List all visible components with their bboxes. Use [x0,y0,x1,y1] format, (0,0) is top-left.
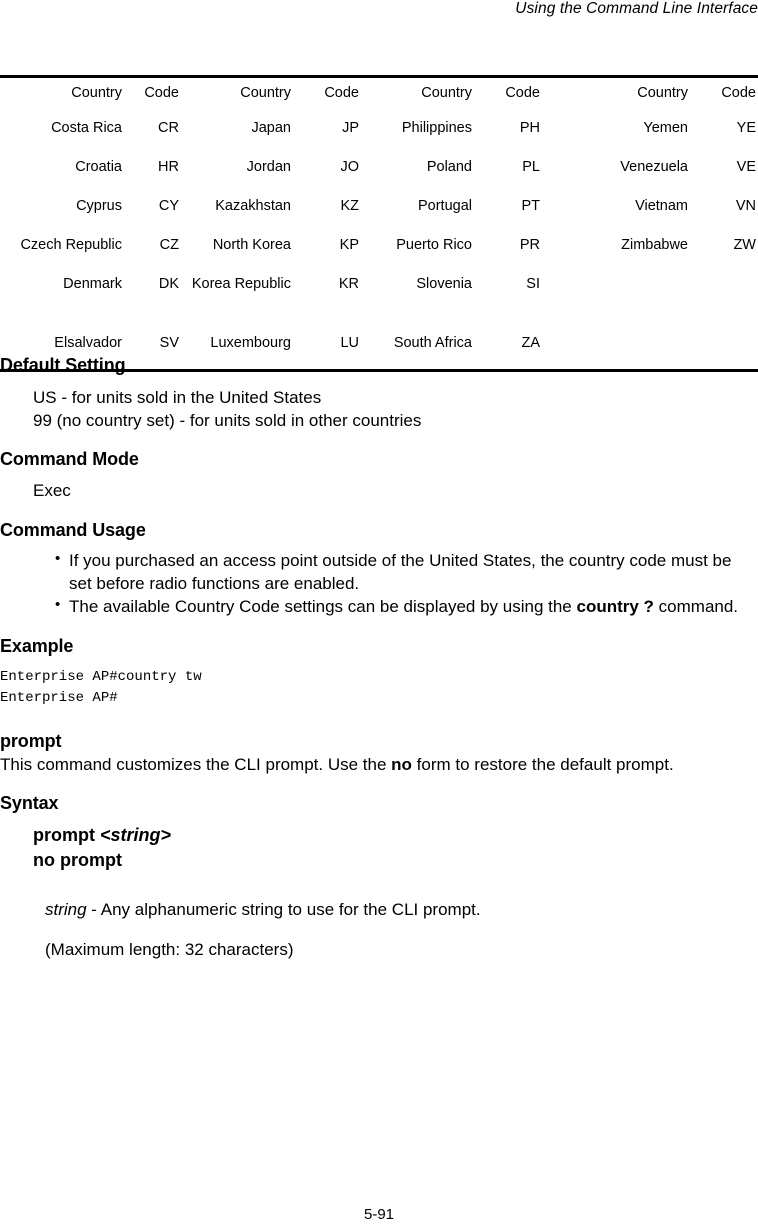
heading-example: Example [0,636,74,657]
cell-country: Puerto Rico [396,237,472,253]
bullet-text-bold: country ? [576,596,654,616]
argument-name: string [45,900,87,920]
cell-code: ZW [733,237,756,253]
col-header-code-2: Code [324,85,359,101]
col-header-code-3: Code [505,85,540,101]
heading-syntax: Syntax [0,792,59,813]
cell-country: Korea Republic [191,276,291,292]
page-content: Default Setting US - for units sold in t… [0,355,758,978]
cell-country: Cyprus [76,198,122,214]
cell-code: HR [158,159,179,175]
document-page: Using the Command Line Interface Country… [0,0,758,1229]
table-row: Czech Republic CZ North Korea KP Puerto … [0,232,758,271]
table-header-row: Country Code Country Code Country Code C… [0,78,758,115]
running-header: Using the Command Line Interface [515,0,758,17]
cell-code: KZ [340,198,359,214]
country-code-table: Country Code Country Code Country Code C… [0,75,758,372]
col-header-country-1: Country [71,85,122,101]
col-header-country-3: Country [421,85,472,101]
cell-country: Yemen [643,120,688,136]
syntax-line-2: no prompt [33,849,122,870]
argument-text: - Any alphanumeric string to use for the… [86,900,481,920]
cell-country: Poland [426,159,472,175]
cell-code: VE [736,159,756,175]
cell-code: VN [735,198,756,214]
cell-country: Costa Rica [51,120,122,136]
desc-before: This command customizes the CLI prompt. … [0,754,392,774]
cell-code: PR [519,237,540,253]
cell-code: PT [521,198,540,214]
cell-country: Slovenia [416,276,472,292]
command-usage-list: If you purchased an access point outside… [0,549,758,618]
col-header-code-4: Code [721,85,756,101]
default-setting-line-1: US - for units sold in the United States [33,387,322,407]
cell-country: Jordan [246,159,291,175]
table-row: Denmark DK Korea Republic KR Slovenia SI [0,271,758,330]
cell-country: Kazakhstan [215,198,291,214]
cell-country: Czech Republic [20,237,122,253]
cell-code [688,271,758,330]
cell-code: JO [340,159,359,175]
cell-country: Zimbabwe [621,237,688,253]
cell-code: KP [339,237,359,253]
syntax-command: prompt [33,825,95,846]
cell-country [540,271,688,330]
bullet-text-after: command. [653,596,739,616]
cell-code: CR [158,120,179,136]
list-item: The available Country Code settings can … [55,595,758,618]
heading-default-setting: Default Setting [0,355,126,375]
cell-country: Denmark [63,276,122,292]
heading-command-usage: Command Usage [0,519,146,540]
desc-after: form to restore the default prompt. [411,754,674,774]
cell-country: Croatia [75,159,122,175]
cell-code: KR [338,276,359,292]
col-header-country-4: Country [637,85,688,101]
cell-code: DK [158,276,179,292]
cell-code: PH [519,120,540,136]
cell-code: YE [736,120,756,136]
desc-bold: no [391,754,412,774]
argument-max-length: (Maximum length: 32 characters) [45,940,294,960]
page-number: 5-91 [363,1206,395,1223]
cli-example-block: Enterprise AP#country tw Enterprise AP# [0,669,202,707]
country-code-grid: Country Code Country Code Country Code C… [0,78,758,369]
list-item: If you purchased an access point outside… [55,549,758,595]
bullet-text-before: The available Country Code settings can … [69,596,577,616]
syntax-line-1: prompt <string> [33,823,758,847]
table-row: Costa Rica CR Japan JP Philippines PH Ye… [0,115,758,154]
cell-code: CY [158,198,179,214]
default-setting-line-2: 99 (no country set) - for units sold in … [33,410,422,430]
page-footer: 5-91 [0,1206,758,1223]
cell-country: Vietnam [635,198,688,214]
col-header-country-2: Country [240,85,291,101]
heading-prompt-command: prompt [0,731,62,752]
cell-code: CZ [159,237,179,253]
cell-code: SI [526,276,540,292]
prompt-command-description: This command customizes the CLI prompt. … [0,753,758,776]
cell-code: JP [342,120,359,136]
command-mode-value: Exec [33,481,71,501]
cell-country: North Korea [212,237,291,253]
cell-code: PL [522,159,540,175]
cell-country: Japan [251,120,291,136]
table-row: Cyprus CY Kazakhstan KZ Portugal PT Viet… [0,193,758,232]
cell-country: Venezuela [620,159,688,175]
col-header-code-1: Code [144,85,179,101]
syntax-argument: <string> [100,825,172,846]
cell-country: Philippines [401,120,472,136]
argument-description: string - Any alphanumeric string to use … [45,898,758,921]
bullet-text: If you purchased an access point outside… [69,551,732,593]
table-row: Croatia HR Jordan JO Poland PL Venezuela… [0,154,758,193]
cell-country: Portugal [417,198,472,214]
heading-command-mode: Command Mode [0,448,139,469]
